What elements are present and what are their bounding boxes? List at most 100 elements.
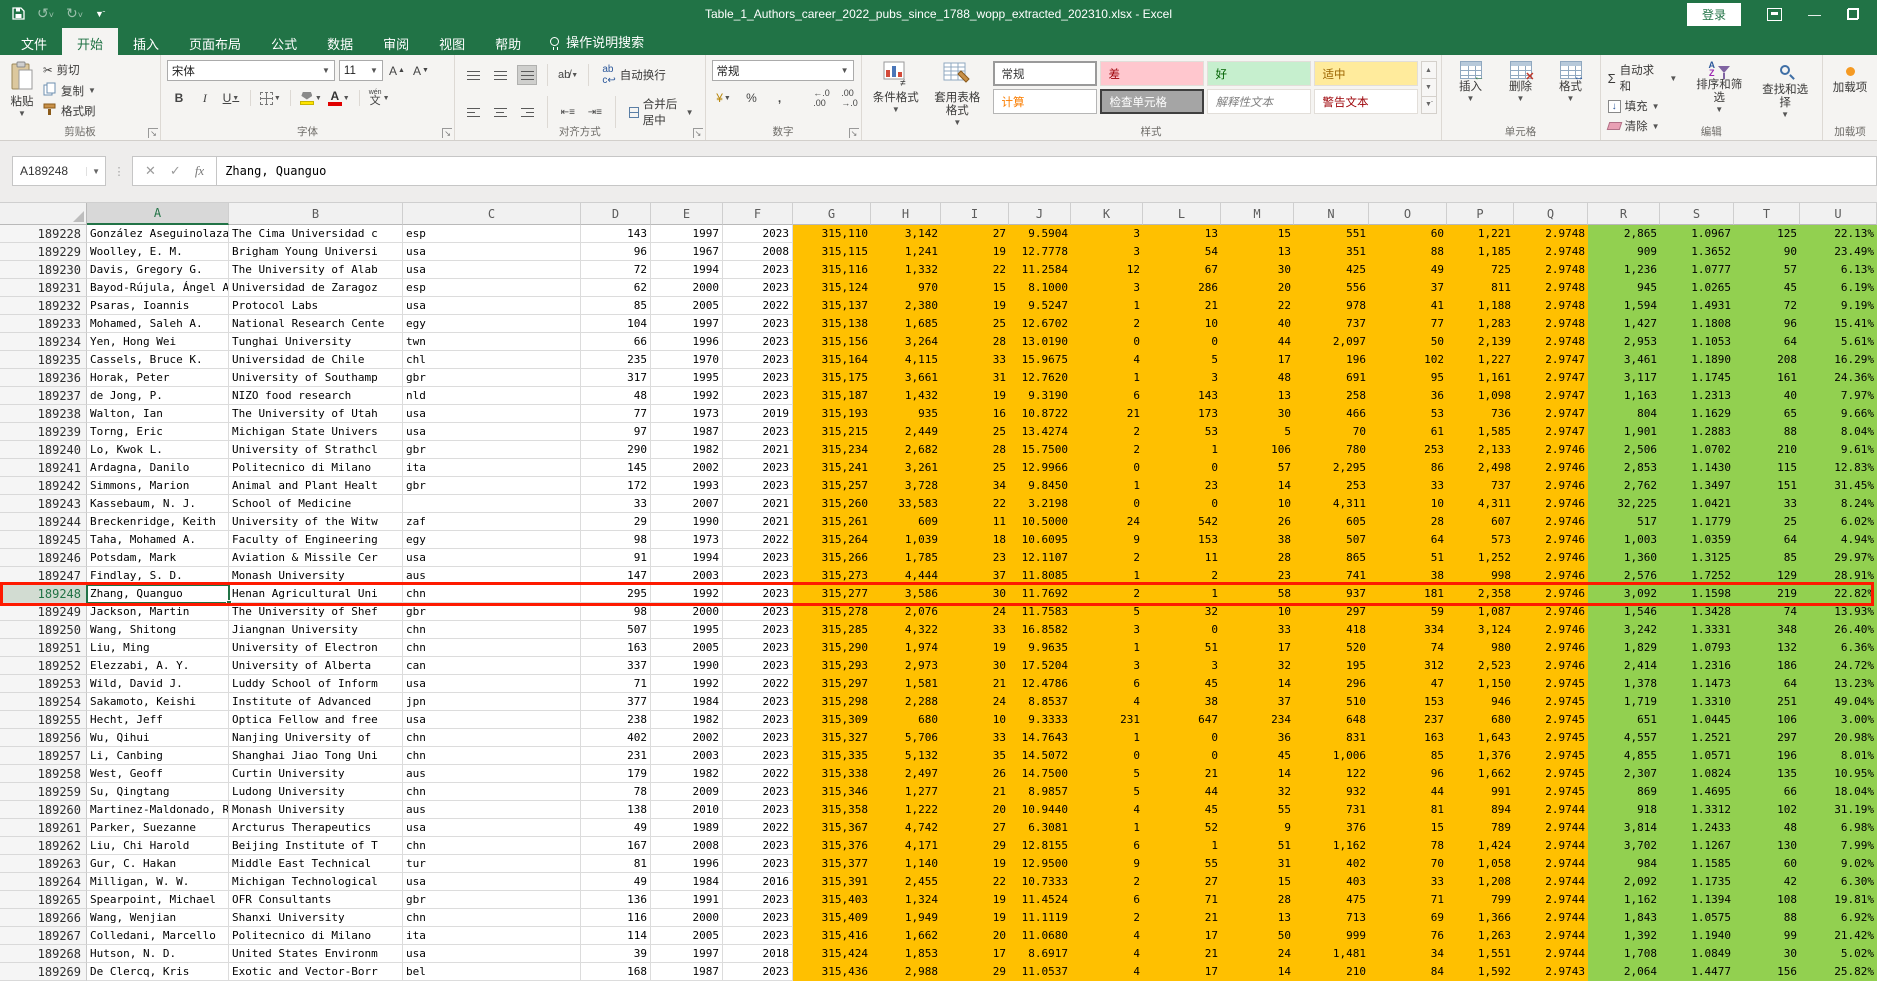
cell[interactable]: 98 <box>581 603 651 621</box>
cell[interactable]: The University of Shef <box>229 603 403 621</box>
cell[interactable]: 196 <box>1294 351 1369 369</box>
cell[interactable]: 26.40% <box>1800 621 1877 639</box>
cell[interactable]: 1,427 <box>1588 315 1660 333</box>
cell[interactable]: 1,003 <box>1588 531 1660 549</box>
style-bad[interactable]: 差 <box>1100 61 1204 86</box>
cell[interactable]: 163 <box>1369 729 1447 747</box>
cell[interactable]: 2 <box>1071 873 1143 891</box>
row-header[interactable]: 189256 <box>0 729 87 747</box>
cell[interactable]: 1.1745 <box>1660 369 1734 387</box>
cell[interactable]: Simmons, Marion <box>87 477 229 495</box>
cell[interactable]: 55 <box>1221 801 1294 819</box>
cell[interactable]: 1982 <box>651 441 723 459</box>
cell[interactable]: 510 <box>1294 693 1369 711</box>
cell[interactable]: 251 <box>1734 693 1800 711</box>
cell[interactable]: 28 <box>1221 891 1294 909</box>
cell[interactable]: 3,124 <box>1447 621 1514 639</box>
column-header-T[interactable]: T <box>1734 203 1800 225</box>
column-header-R[interactable]: R <box>1588 203 1660 225</box>
cell[interactable]: 20.98% <box>1800 729 1877 747</box>
cell[interactable]: 15 <box>1221 225 1294 243</box>
cell[interactable]: Mohamed, Saleh A. <box>87 315 229 333</box>
cell[interactable]: 15.41% <box>1800 315 1877 333</box>
cell[interactable]: 3 <box>1071 279 1143 297</box>
column-header-E[interactable]: E <box>651 203 723 225</box>
cell[interactable]: 48 <box>581 387 651 405</box>
cell[interactable]: 21 <box>1143 909 1221 927</box>
cell[interactable]: gbr <box>403 441 581 459</box>
cell[interactable]: 315,277 <box>793 585 871 603</box>
cell[interactable]: 38 <box>1369 567 1447 585</box>
cell[interactable]: 2016 <box>723 873 793 891</box>
cell[interactable]: 21 <box>1143 765 1221 783</box>
cell[interactable]: OFR Consultants <box>229 891 403 909</box>
cell[interactable]: 909 <box>1588 243 1660 261</box>
tab-review[interactable]: 审阅 <box>368 28 424 55</box>
cell[interactable]: 6 <box>1071 675 1143 693</box>
cell[interactable]: 13.0190 <box>1009 333 1071 351</box>
cell[interactable]: 1,551 <box>1447 945 1514 963</box>
cell[interactable]: 315,285 <box>793 621 871 639</box>
cell[interactable]: 14 <box>1221 963 1294 981</box>
cell[interactable]: 44 <box>1369 783 1447 801</box>
cell[interactable]: 2.9743 <box>1514 963 1588 981</box>
cell[interactable]: 334 <box>1369 621 1447 639</box>
cell[interactable]: 998 <box>1447 567 1514 585</box>
cell[interactable]: chn <box>403 747 581 765</box>
cell[interactable]: 1.3310 <box>1660 693 1734 711</box>
row-header[interactable]: 189238 <box>0 405 87 423</box>
cell[interactable]: 11.8085 <box>1009 567 1071 585</box>
restore-window-icon[interactable] <box>1847 8 1859 20</box>
cell[interactable]: 2023 <box>723 639 793 657</box>
cell[interactable]: 6 <box>1071 837 1143 855</box>
cell[interactable]: 315,409 <box>793 909 871 927</box>
cell[interactable]: 58 <box>1221 585 1294 603</box>
name-box-caret-icon[interactable]: ▼ <box>86 167 105 176</box>
cell[interactable]: 315,335 <box>793 747 871 765</box>
gallery-more-icon[interactable]: ▼̄ <box>1422 97 1436 113</box>
cell[interactable]: 2023 <box>723 603 793 621</box>
cell[interactable]: 1,006 <box>1294 747 1369 765</box>
cell[interactable]: bel <box>403 963 581 981</box>
column-header-K[interactable]: K <box>1071 203 1143 225</box>
decrease-decimal-icon[interactable]: .00→.0 <box>840 88 860 108</box>
cell[interactable]: 10.5000 <box>1009 513 1071 531</box>
cell[interactable]: Walton, Ian <box>87 405 229 423</box>
cell[interactable]: 12.9966 <box>1009 459 1071 477</box>
cell[interactable]: 13.4274 <box>1009 423 1071 441</box>
cell[interactable]: 2.9746 <box>1514 513 1588 531</box>
cell[interactable]: 1987 <box>651 963 723 981</box>
borders-button[interactable]: ▼ <box>260 88 281 108</box>
cell[interactable]: 3,586 <box>871 585 941 603</box>
cell[interactable]: 2 <box>1071 441 1143 459</box>
cell[interactable]: 2.9745 <box>1514 711 1588 729</box>
italic-button[interactable]: I <box>195 88 215 108</box>
cell[interactable]: 30 <box>1734 945 1800 963</box>
cell[interactable]: 20 <box>941 801 1009 819</box>
cell[interactable]: 1,829 <box>1588 639 1660 657</box>
cell[interactable]: usa <box>403 819 581 837</box>
column-header-F[interactable]: F <box>723 203 793 225</box>
cell[interactable]: 12.7778 <box>1009 243 1071 261</box>
cell[interactable]: 10.95% <box>1800 765 1877 783</box>
cell[interactable]: 1,585 <box>1447 423 1514 441</box>
cell[interactable]: 33,583 <box>871 495 941 513</box>
cell[interactable]: aus <box>403 765 581 783</box>
cell[interactable]: 23 <box>941 549 1009 567</box>
cell[interactable]: 1994 <box>651 261 723 279</box>
row-header[interactable]: 189240 <box>0 441 87 459</box>
row-header[interactable]: 189237 <box>0 387 87 405</box>
cell[interactable]: 647 <box>1143 711 1221 729</box>
cell[interactable]: 67 <box>1143 261 1221 279</box>
cell[interactable]: 2 <box>1071 315 1143 333</box>
cell[interactable]: 2022 <box>723 297 793 315</box>
cell[interactable]: chn <box>403 621 581 639</box>
cell[interactable]: 151 <box>1734 477 1800 495</box>
find-select-button[interactable]: 查找和选择 ▼ <box>1752 58 1818 125</box>
cell[interactable]: 33 <box>581 495 651 513</box>
cell[interactable]: 984 <box>1588 855 1660 873</box>
cell[interactable]: 317 <box>581 369 651 387</box>
cell[interactable]: 1.1890 <box>1660 351 1734 369</box>
alignment-dialog-launcher-icon[interactable]: ↘ <box>693 128 703 138</box>
cell[interactable]: 731 <box>1294 801 1369 819</box>
